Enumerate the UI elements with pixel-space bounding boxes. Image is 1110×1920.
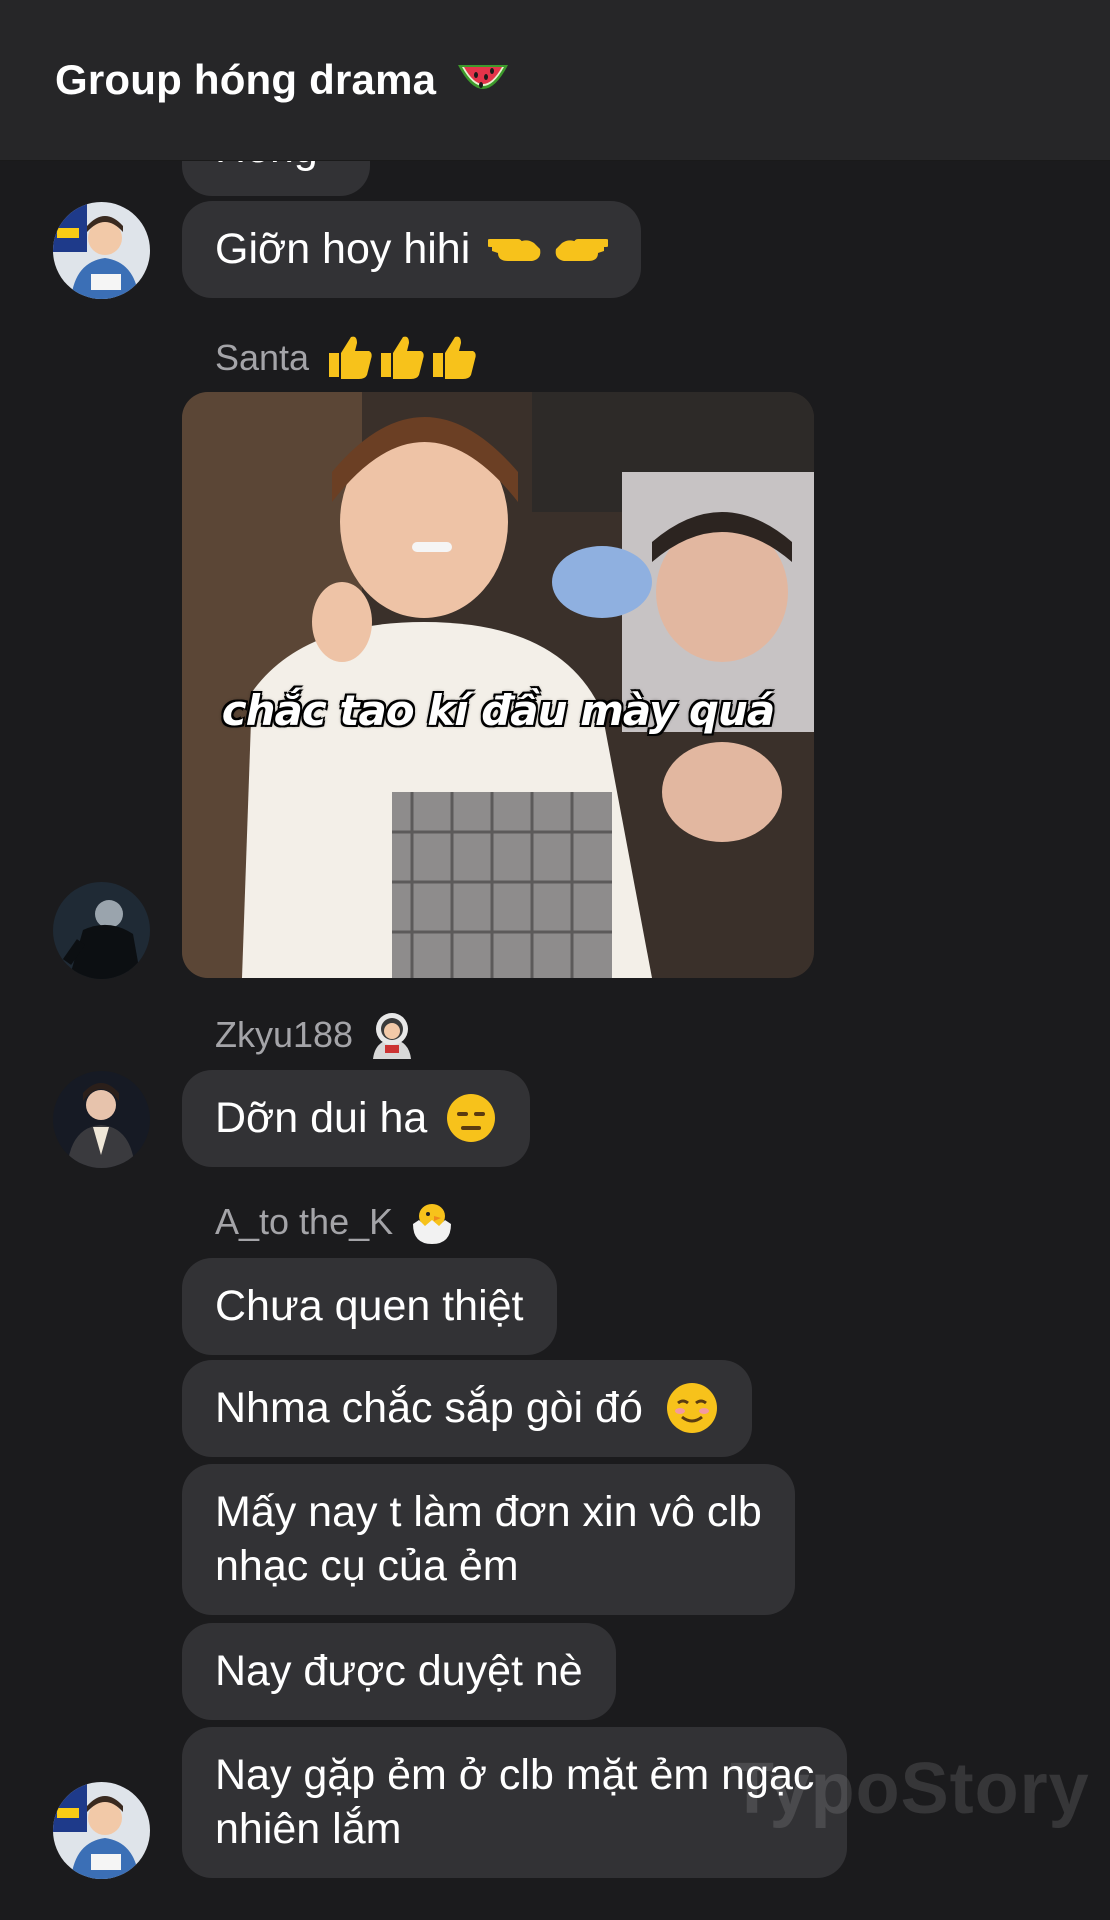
hatching-chick-icon (413, 1204, 452, 1245)
chat-header: Group hóng drama (0, 0, 1110, 161)
sender-name: Santa (215, 337, 483, 381)
message-text: Nay được duyệt nè (215, 1647, 583, 1695)
thumbs-up-icon (329, 337, 476, 380)
sender-name: A_to the_K (215, 1201, 457, 1246)
avatar-image (53, 202, 150, 299)
message-text: Dỡn dui ha (215, 1094, 428, 1142)
message-text-line: Nay gặp ẻm ở clb mặt ẻm ngạc (215, 1751, 815, 1799)
avatar-image (53, 1782, 150, 1879)
avatar[interactable] (53, 882, 150, 979)
expressionless-face-icon (447, 1093, 496, 1142)
message-bubble[interactable]: Chưa quen thiệt (182, 1258, 557, 1355)
message-text-line: Mấy nay t làm đơn xin vô clb (215, 1488, 762, 1536)
message-bubble[interactable]: Mấy nay t làm đơn xin vô clb nhạc cụ của… (182, 1464, 795, 1615)
image-message[interactable]: chắc tao kí đầu mày quá (182, 392, 814, 978)
sender-name-text: Zkyu188 (215, 1014, 354, 1055)
message-text-line: nhiên lắm (215, 1805, 402, 1853)
message-text: Giỡn hoy hihi (215, 225, 471, 273)
message-bubble[interactable]: Nay được duyệt nè (182, 1623, 616, 1720)
astronaut-icon (373, 1013, 412, 1060)
message-text: Nhma chắc sắp gòi đó (215, 1384, 643, 1432)
message-bubble[interactable]: Nhma chắc sắp gòi đó (182, 1360, 752, 1457)
group-title[interactable]: Group hóng drama (55, 56, 512, 105)
sender-name: Zkyu188 (215, 1013, 417, 1060)
sender-name-text: Santa (215, 337, 310, 378)
watermark: TypoStory (730, 1749, 1090, 1829)
group-title-text: Group hóng drama (55, 56, 437, 103)
pointing-hands-icon (488, 238, 609, 261)
message-bubble[interactable]: Giỡn hoy hihi (182, 201, 642, 298)
avatar-image (53, 882, 150, 979)
message-text: Chưa quen thiệt (215, 1282, 524, 1330)
image-caption: chắc tao kí đầu mày quá (221, 686, 776, 735)
watermelon-icon (458, 64, 509, 89)
avatar-image (53, 1071, 150, 1168)
message-text-line: nhạc cụ của ẻm (215, 1542, 519, 1590)
avatar[interactable] (53, 1782, 150, 1879)
smiling-face-icon (666, 1382, 717, 1433)
meme-image (182, 392, 814, 978)
avatar[interactable] (53, 202, 150, 299)
message-bubble[interactable]: Dỡn dui ha (182, 1070, 531, 1167)
sender-name-text: A_to the_K (215, 1201, 394, 1242)
avatar[interactable] (53, 1071, 150, 1168)
